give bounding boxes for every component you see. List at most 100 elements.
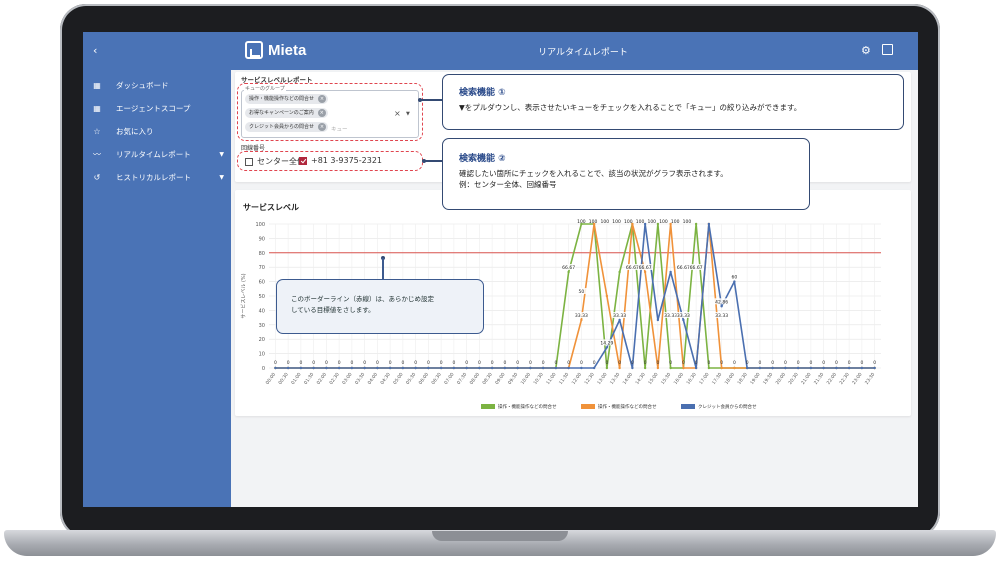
data-point [605, 294, 609, 298]
data-point [784, 366, 787, 370]
data-label: 66.67 [639, 265, 652, 271]
zero-label: 0 [414, 360, 417, 366]
data-point [516, 366, 519, 370]
zero-label: 0 [784, 360, 787, 366]
data-point [286, 366, 290, 370]
x-tick-label: 10:00 [520, 372, 532, 386]
data-point [860, 366, 864, 370]
x-tick-label: 18:30 [736, 372, 748, 386]
sidebar-item-dashboard[interactable]: ▦ ダッシュボード [92, 78, 224, 92]
zero-label: 0 [695, 360, 698, 366]
data-point [490, 366, 494, 370]
x-tick-label: 05:00 [392, 372, 404, 386]
queue-chip[interactable]: 操作・機能操作などの問合せ × [245, 94, 329, 104]
data-point [618, 318, 621, 322]
data-point [452, 366, 456, 370]
callout-line: している目標値をさします。 [291, 306, 375, 314]
chip-remove-icon[interactable]: × [318, 95, 327, 103]
data-point [707, 366, 711, 370]
zero-label: 0 [516, 360, 519, 366]
x-tick-label: 15:30 [660, 372, 672, 386]
data-point [733, 280, 736, 283]
callout-search-2: 検索機能 ② 確認したい箇所にチェックを入れることで、該当の状況がグラフ表示され… [442, 138, 810, 210]
x-tick-label: 10:30 [532, 372, 544, 386]
zero-label: 0 [312, 360, 315, 366]
x-tick-label: 12:00 [571, 372, 583, 386]
x-tick-label: 07:00 [443, 372, 455, 386]
y-tick-label: 90 [259, 236, 265, 242]
x-tick-label: 16:30 [685, 372, 697, 386]
data-point [465, 366, 468, 370]
data-point [401, 366, 405, 370]
data-point [771, 366, 774, 370]
sidebar-item-realtime-report[interactable]: 〰 リアルタイムレポート ▼ [92, 147, 224, 161]
x-tick-label: 04:30 [379, 372, 391, 386]
data-point [707, 222, 711, 226]
zero-label: 0 [440, 360, 443, 366]
sidebar-item-label: ダッシュボード [116, 80, 169, 90]
data-label: 33.33 [575, 313, 588, 319]
callout-text: ▼をプルダウンし、表示させたいキューをチェックを入れることで「キュー」の絞り込み… [459, 103, 802, 112]
zero-label: 0 [771, 360, 774, 366]
x-tick-label: 03:30 [354, 372, 366, 386]
zero-label: 0 [376, 360, 379, 366]
data-label: 66.67 [690, 265, 703, 271]
zero-label: 0 [299, 360, 302, 366]
zero-label: 0 [363, 360, 366, 366]
x-tick-label: 22:00 [826, 372, 838, 386]
queue-chip[interactable]: お得なキャンペーンのご案内 × [245, 108, 328, 118]
data-point [694, 366, 698, 370]
callout-connector [420, 99, 442, 101]
dashboard-icon: ▦ [93, 80, 101, 90]
legend-swatch [681, 404, 695, 409]
legend-label: クレジット会員からの問合せ [698, 403, 757, 410]
chevron-down-icon: ▼ [219, 173, 224, 181]
data-label: 66.67 [562, 265, 575, 271]
checkbox-line-number[interactable]: +81 3-9375-2321 [299, 156, 382, 165]
x-tick-label: 03:00 [341, 372, 353, 386]
zero-label: 0 [669, 360, 672, 366]
callout-border-line: このボーダーライン（赤線）は、あらかじめ設定 している目標値をさします。 [276, 279, 484, 334]
logo[interactable]: Mieta [245, 41, 306, 59]
callout-connector [424, 160, 442, 162]
data-point [337, 366, 341, 370]
data-point [439, 366, 443, 370]
data-point [643, 366, 647, 370]
logout-icon[interactable] [882, 44, 893, 55]
data-label: 66.67 [677, 265, 690, 271]
chip-remove-icon[interactable]: × [318, 123, 327, 131]
checkbox-box[interactable] [245, 157, 253, 166]
checkbox-center-all[interactable]: センター全体 [245, 156, 305, 167]
sidebar-item-historical-report[interactable]: ↺ ヒストリカルレポート ▼ [92, 170, 224, 184]
chip-remove-icon[interactable]: × [317, 109, 326, 117]
sidebar-item-favorites[interactable]: ☆ お気に入り [92, 124, 224, 138]
callout-line: 確認したい箇所にチェックを入れることで、該当の状況がグラフ表示されます。 [459, 169, 728, 178]
x-tick-label: 08:00 [469, 372, 481, 386]
x-tick-label: 08:30 [481, 372, 493, 386]
laptop-notch [432, 531, 568, 541]
callout-title: 検索機能 ② [459, 154, 506, 164]
x-tick-label: 02:00 [316, 372, 328, 386]
x-tick-label: 06:00 [418, 372, 430, 386]
x-tick-label: 15:00 [647, 372, 659, 386]
data-point [796, 366, 800, 370]
clear-icon[interactable]: × [394, 109, 401, 118]
data-point [376, 366, 379, 370]
zero-label: 0 [338, 360, 341, 366]
callout-title: 検索機能 ① [459, 88, 506, 98]
queue-search-input[interactable]: キュー [331, 125, 348, 133]
checkbox-label: センター全体 [257, 157, 305, 166]
gear-icon[interactable]: ⚙ [861, 44, 871, 57]
zero-label: 0 [848, 360, 851, 366]
x-tick-label: 06:30 [430, 372, 442, 386]
data-label: 33.33 [613, 313, 626, 319]
data-label-top: 100 [659, 219, 668, 225]
collapse-sidebar-icon[interactable]: ‹ [93, 44, 97, 57]
checkbox-box[interactable] [299, 156, 307, 165]
zero-label: 0 [478, 360, 481, 366]
queue-chip[interactable]: クレジット会員からの問合せ × [245, 122, 329, 132]
sidebar-item-agent-scope[interactable]: ▦ エージェントスコープ [92, 101, 224, 115]
zero-label: 0 [733, 360, 736, 366]
callout-line: このボーダーライン（赤線）は、あらかじめ設定 [291, 295, 434, 303]
dropdown-arrow-icon[interactable]: ▼ [406, 111, 410, 117]
